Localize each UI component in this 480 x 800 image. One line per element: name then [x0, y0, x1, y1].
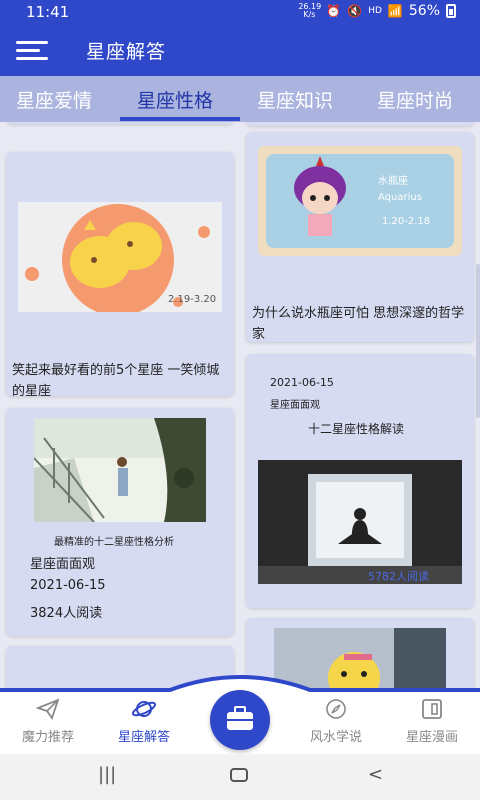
- tab-personality[interactable]: 星座性格: [137, 86, 213, 113]
- article-title[interactable]: 笑起来最好看的前5个星座 一笑倾城的星座: [12, 360, 226, 396]
- article-title[interactable]: 十二星座性格解读: [308, 420, 404, 437]
- status-time: 11:41: [26, 3, 70, 21]
- nav-item-fengshui[interactable]: 风水学说: [288, 698, 384, 745]
- page-title: 星座解答: [86, 41, 167, 63]
- article-thumbnail-aquarius: 水瓶座 Aquarius 1.20-2.18: [258, 146, 462, 256]
- net-speed: 26.19 K/s: [298, 2, 322, 19]
- thumb-dates: 1.20-2.18: [382, 216, 430, 227]
- article-card-partial[interactable]: [246, 122, 474, 126]
- paper-plane-icon: [36, 698, 60, 720]
- system-nav-bar: ||| <: [0, 754, 480, 800]
- status-icons: 26.19 K/s ⏰ 🔇 HD 📶 56%: [298, 3, 456, 19]
- article-card[interactable]: 2021-06-15 星座面面观 十二星座性格解读 5782人阅读: [246, 354, 474, 608]
- network-label: HD: [368, 6, 382, 16]
- article-feed[interactable]: 2.19-3.20 笑起来最好看的前5个星座 一笑倾城的星座 最精准的十二星座性…: [0, 122, 480, 690]
- status-bar: 11:41 26.19 K/s ⏰ 🔇 HD 📶 56%: [0, 0, 480, 24]
- nav-label: 星座解答: [117, 730, 170, 745]
- home-icon[interactable]: [230, 766, 248, 787]
- back-icon[interactable]: <: [368, 764, 383, 785]
- article-card[interactable]: 水瓶座 Aquarius 1.20-2.18 为什么说水瓶座可怕 思想深邃的哲学…: [246, 132, 474, 342]
- mute-icon: 🔇: [347, 4, 363, 18]
- menu-icon[interactable]: [16, 40, 48, 62]
- tab-bar: 星座爱情 星座性格 星座知识 星座时尚: [0, 76, 480, 122]
- tab-knowledge[interactable]: 星座知识: [257, 86, 333, 113]
- article-date: 2021-06-15: [270, 376, 334, 389]
- article-card[interactable]: 最精准的十二星座性格分析 星座面面观 2021-06-15 3824人阅读: [6, 408, 234, 636]
- article-card-partial[interactable]: [6, 122, 234, 124]
- scroll-handle[interactable]: [476, 264, 480, 418]
- nav-item-answers[interactable]: 星座解答: [96, 698, 192, 745]
- article-card[interactable]: 2.19-3.20 笑起来最好看的前5个星座 一笑倾城的星座: [6, 152, 234, 396]
- article-date: 2021-06-15: [30, 578, 106, 593]
- read-count-overlay: 5782人阅读: [368, 569, 429, 583]
- planet-icon: [132, 701, 156, 717]
- article-thumbnail-meditation: 5782人阅读: [258, 460, 462, 584]
- thumbnail-caption: 最精准的十二星座性格分析: [54, 537, 174, 548]
- wifi-icon: 📶: [387, 4, 403, 18]
- thumb-sign-en: Aquarius: [378, 192, 422, 203]
- article-read-count: 3824人阅读: [30, 606, 103, 621]
- tab-fashion[interactable]: 星座时尚: [377, 86, 453, 113]
- app-bar: 星座解答: [0, 24, 480, 76]
- alarm-icon: ⏰: [326, 4, 342, 18]
- center-action-button[interactable]: [210, 690, 270, 750]
- article-thumbnail-pisces: 2.19-3.20: [18, 202, 222, 312]
- thumb-sign-label: 水瓶座: [378, 174, 408, 187]
- nav-label: 魔力推荐: [21, 730, 74, 745]
- nav-item-comics[interactable]: 星座漫画: [384, 698, 480, 745]
- article-source: 星座面面观: [30, 557, 96, 572]
- article-title[interactable]: 为什么说水瓶座可怕 思想深邃的哲学家: [252, 303, 468, 342]
- article-source: 星座面面观: [270, 400, 320, 411]
- tab-indicator: [120, 117, 240, 121]
- nav-label: 风水学说: [309, 730, 362, 745]
- nav-item-recommend[interactable]: 魔力推荐: [0, 698, 96, 745]
- comic-icon: [422, 699, 442, 719]
- nav-label: 星座漫画: [405, 730, 458, 745]
- article-thumbnail-staircase: [34, 418, 206, 522]
- battery-icon: [446, 4, 456, 18]
- briefcase-icon: [227, 706, 253, 730]
- compass-icon: [326, 699, 346, 719]
- recent-apps-icon[interactable]: |||: [98, 764, 116, 785]
- thumb-date-label: 2.19-3.20: [168, 294, 216, 305]
- tab-love[interactable]: 星座爱情: [16, 86, 92, 113]
- battery-text: 56%: [408, 3, 440, 19]
